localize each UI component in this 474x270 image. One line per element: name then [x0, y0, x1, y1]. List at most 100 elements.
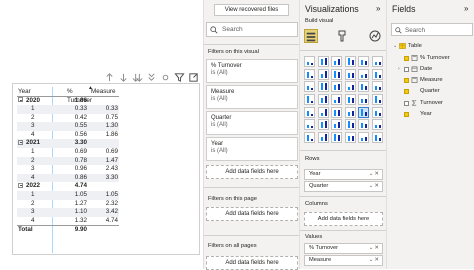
clustered-bar-visual-icon[interactable]: [331, 56, 343, 67]
fields-search-box[interactable]: [391, 23, 473, 36]
matrix-group-row[interactable]: 2020 1.86: [17, 97, 119, 106]
well-field-controls-icon[interactable]: ⌄✕: [369, 256, 380, 265]
field-checkbox[interactable]: [404, 88, 409, 94]
expand-all-icon[interactable]: [132, 72, 143, 83]
drill-down-icon[interactable]: [118, 72, 129, 83]
custom-a-visual-icon[interactable]: [344, 132, 356, 144]
field-checkbox[interactable]: [404, 111, 409, 117]
matrix-row[interactable]: 1 0.33 0.33: [17, 105, 119, 114]
more-visuals-visual-icon[interactable]: [331, 132, 343, 144]
table-node[interactable]: ⌄ Table: [393, 42, 422, 50]
map-visual-icon[interactable]: [304, 94, 315, 106]
matrix-row[interactable]: 4 0.56 1.86: [17, 131, 119, 140]
100-bar-visual-icon[interactable]: [358, 56, 370, 67]
waterfall-visual-icon[interactable]: [304, 81, 315, 93]
key-influencers-visual-icon[interactable]: [317, 119, 329, 131]
area-chart-visual-icon[interactable]: [317, 68, 329, 80]
matrix-row[interactable]: 2 0.42 0.75: [17, 114, 119, 123]
collapse-row-icon[interactable]: [18, 182, 23, 188]
chevron-down-icon[interactable]: ⌄: [393, 43, 398, 49]
slicer-visual-icon[interactable]: [331, 106, 343, 118]
collapse-fields-icon[interactable]: »: [464, 4, 468, 13]
matrix-row[interactable]: 1 1.05 1.05: [17, 191, 119, 200]
filter-card-quarter[interactable]: Quarter is (All): [206, 111, 298, 135]
gauge-visual-icon[interactable]: [358, 94, 370, 106]
field-checkbox[interactable]: [404, 66, 409, 72]
filled-map-visual-icon[interactable]: [317, 94, 329, 106]
field-item[interactable]: % Turnover: [398, 54, 450, 62]
build-visual-tab[interactable]: [304, 29, 318, 43]
sort-ascending-icon[interactable]: ▲: [88, 85, 93, 91]
r-visual-visual-icon[interactable]: [371, 106, 383, 118]
chevron-right-icon[interactable]: ›: [398, 66, 403, 72]
power-apps-visual-icon[interactable]: [304, 132, 315, 144]
filter-card-measure[interactable]: Measure is (All): [206, 85, 298, 109]
matrix-row[interactable]: 4 0.86 3.30: [17, 173, 119, 183]
field-item[interactable]: Turnover: [398, 99, 443, 107]
stacked-area-visual-icon[interactable]: [331, 68, 343, 80]
field-checkbox[interactable]: [404, 55, 409, 61]
stacked-bar-visual-icon[interactable]: [304, 56, 315, 67]
expand-level-icon[interactable]: [146, 72, 157, 83]
clustered-column-visual-icon[interactable]: [344, 56, 356, 67]
decomposition-tree-visual-icon[interactable]: [331, 119, 343, 131]
table-visual-icon[interactable]: [344, 106, 356, 118]
rows-field-quarter[interactable]: Quarter ⌄✕: [304, 181, 383, 192]
matrix-group-row[interactable]: 2021 3.30: [17, 139, 119, 149]
100-column-visual-icon[interactable]: [371, 56, 383, 67]
matrix-row[interactable]: 2 0.78 1.47: [17, 156, 119, 166]
matrix-row[interactable]: 1 0.69 0.69: [17, 148, 119, 157]
filters-page-dropzone[interactable]: Add data fields here: [206, 207, 298, 221]
filters-visual-dropzone[interactable]: Add data fields here: [206, 165, 298, 179]
pin-icon[interactable]: [160, 72, 171, 83]
custom-c-visual-icon[interactable]: [371, 132, 383, 144]
azure-map-visual-icon[interactable]: [344, 94, 356, 106]
collapse-row-icon[interactable]: [18, 97, 23, 102]
matrix-visual[interactable]: Year% Turnover Measure 2020 1.86 1 0.33 0.33 2 0…: [17, 87, 119, 234]
funnel-visual-icon[interactable]: [317, 81, 329, 93]
field-checkbox[interactable]: [404, 100, 409, 106]
columns-dropzone[interactable]: Add data fields here: [304, 212, 383, 226]
multi-card-visual-icon[interactable]: [304, 106, 315, 118]
card-visual-icon[interactable]: [371, 94, 383, 106]
donut-visual-icon[interactable]: [358, 81, 370, 93]
treemap-visual-icon[interactable]: [371, 81, 383, 93]
field-item[interactable]: Year: [398, 110, 432, 118]
paginated-visual-icon[interactable]: [371, 119, 383, 131]
filters-search-input[interactable]: [222, 24, 296, 35]
narrative-visual-icon[interactable]: [358, 119, 370, 131]
collapse-row-icon[interactable]: [18, 139, 23, 145]
qa-visual-icon[interactable]: [344, 119, 356, 131]
matrix-row[interactable]: 4 1.32 4.74: [17, 217, 119, 226]
filters-all-pages-dropzone[interactable]: Add data fields here: [206, 256, 298, 270]
well-field-controls-icon[interactable]: ⌄✕: [369, 182, 380, 191]
matrix-row[interactable]: 3 0.55 1.30: [17, 122, 119, 131]
custom-b-visual-icon[interactable]: [358, 132, 370, 144]
column-header-turnover[interactable]: % Turnover: [53, 87, 92, 104]
focus-mode-icon[interactable]: [188, 72, 199, 83]
scatter-visual-icon[interactable]: [331, 81, 343, 93]
filters-search-box[interactable]: [206, 22, 298, 37]
matrix-row[interactable]: 2 1.27 2.32: [17, 200, 119, 209]
line-chart-visual-icon[interactable]: [304, 68, 315, 80]
line-clustered-visual-icon[interactable]: [358, 68, 370, 80]
filter-card-year[interactable]: Year is (All): [206, 137, 298, 161]
kpi-visual-icon[interactable]: [317, 106, 329, 118]
power-automate-visual-icon[interactable]: [317, 132, 329, 144]
values-field-turnover[interactable]: % Turnover ⌄✕: [304, 243, 383, 254]
field-item[interactable]: Measure: [398, 76, 443, 84]
ribbon-visual-icon[interactable]: [371, 68, 383, 80]
python-visual-visual-icon[interactable]: [304, 119, 315, 131]
matrix-row[interactable]: 3 1.10 3.42: [17, 208, 119, 217]
values-field-measure[interactable]: Measure ⌄✕: [304, 255, 383, 266]
matrix-visual-icon[interactable]: [358, 106, 370, 118]
matrix-row[interactable]: 3 0.96 2.43: [17, 165, 119, 174]
line-column-visual-icon[interactable]: [344, 68, 356, 80]
field-checkbox[interactable]: [404, 77, 409, 83]
pie-visual-icon[interactable]: [344, 81, 356, 93]
filter-icon[interactable]: [174, 72, 185, 83]
column-header-year[interactable]: Year: [17, 87, 53, 96]
filter-card-turnover[interactable]: % Turnover is (All): [206, 59, 298, 83]
drill-up-icon[interactable]: [104, 72, 115, 83]
field-item[interactable]: Quarter: [398, 87, 440, 95]
